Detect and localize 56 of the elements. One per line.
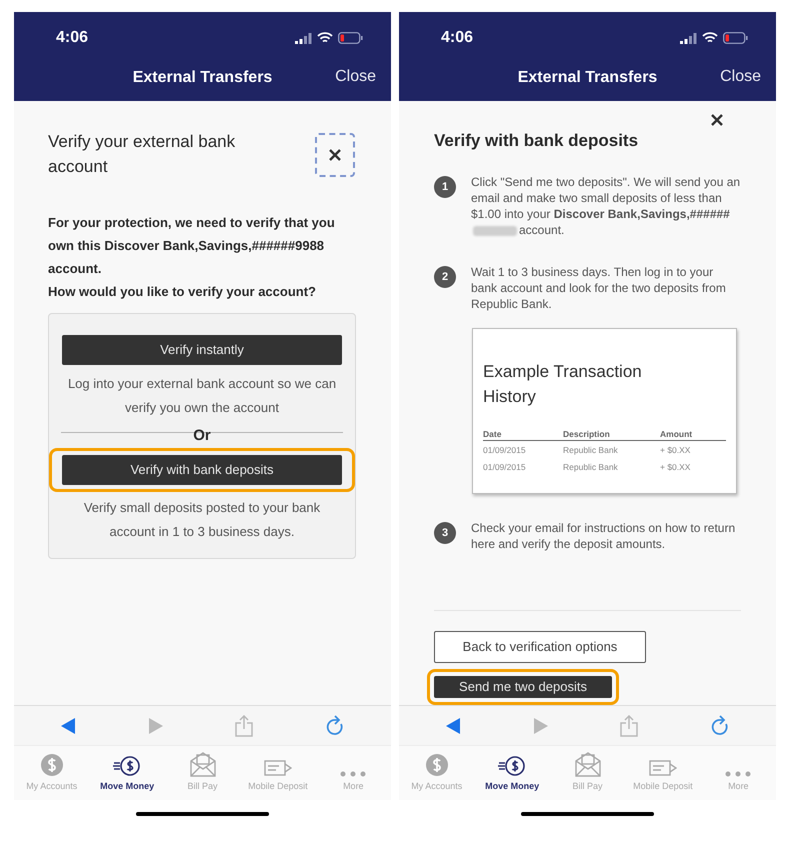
- status-time: 4:06: [56, 28, 88, 48]
- status-time: 4:06: [441, 28, 474, 48]
- wifi-icon: [317, 32, 333, 44]
- close-button[interactable]: [315, 133, 355, 177]
- nav-title: External Transfers: [518, 68, 658, 88]
- tab-item[interactable]: Move Money: [474, 746, 550, 800]
- envelope-icon: [574, 751, 601, 777]
- step-number: 1: [434, 176, 456, 198]
- close-icon: [329, 149, 341, 161]
- battery-icon: [723, 32, 748, 44]
- option-button[interactable]: Verify with bank deposits: [62, 455, 342, 485]
- back-button[interactable]: Back to verification options: [434, 631, 646, 663]
- refresh-icon[interactable]: [710, 714, 730, 736]
- dollar-coin-icon: [113, 755, 142, 777]
- close-icon: [711, 114, 723, 126]
- option-description: Verify small deposits posted to your bank account in 1 to 3 business days.: [82, 499, 322, 541]
- signal-icon: [295, 32, 312, 44]
- close-link[interactable]: Close: [335, 65, 376, 89]
- table-cell-text: + $0.XX: [660, 461, 692, 474]
- more-icon: [725, 771, 752, 777]
- nav-title: External Transfers: [132, 68, 272, 88]
- column-header: Amount: [660, 429, 726, 441]
- step-number: 2: [434, 266, 456, 288]
- step-text: Wait 1 to 3 business days. Then log in to your bank account and look for the two deposits from Republic Bank.: [471, 264, 727, 312]
- column-header: Date: [483, 429, 563, 441]
- separator-label: Or: [192, 428, 212, 444]
- refresh-icon[interactable]: [325, 714, 346, 736]
- intro-text: For your protection, we need to verify that you own this Discover Bank,Savings,######9988 account.: [48, 214, 336, 278]
- send-button[interactable]: Send me two deposits: [434, 676, 612, 698]
- table-cell-text: 01/09/2015: [483, 444, 527, 457]
- wifi-icon: [702, 32, 718, 44]
- option-description: Log into your external bank account so we can verify you own the account: [66, 375, 338, 417]
- option-button[interactable]: Verify instantly: [62, 335, 342, 365]
- dialog-title: Verify your external bank account: [48, 131, 236, 178]
- step-text: Click "Send me two deposits". We will send you an email and make two small deposits of less than $1.00 into your Discover Bank,Savings,###### account.: [471, 174, 741, 238]
- table-cell-text: Republic Bank: [563, 444, 619, 457]
- battery-icon: [338, 32, 363, 44]
- step-number: 3: [434, 522, 456, 544]
- table-cell-text: + $0.XX: [660, 444, 692, 457]
- back-icon[interactable]: [444, 716, 461, 734]
- dollar-coin-icon: [424, 753, 449, 777]
- step-text: Check your email for instructions on how to return here and verify the deposit amounts.: [471, 520, 736, 552]
- close-link[interactable]: Close: [720, 65, 761, 89]
- column-header: Description: [563, 429, 660, 441]
- dollar-coin-icon: [498, 755, 526, 777]
- example-title: Example Transaction History: [483, 361, 643, 408]
- intro-text: How would you like to verify your account?: [48, 283, 317, 301]
- back-icon[interactable]: [60, 716, 76, 734]
- tab-item[interactable]: Move Money: [89, 746, 165, 800]
- signal-icon: [680, 32, 697, 44]
- dialog-title: Verify with bank deposits: [434, 130, 640, 152]
- more-icon: [340, 771, 366, 777]
- table-cell-text: 01/09/2015: [483, 461, 527, 474]
- envelope-icon: [190, 751, 216, 777]
- table-cell-text: Republic Bank: [563, 461, 619, 474]
- dollar-coin-icon: [40, 753, 64, 777]
